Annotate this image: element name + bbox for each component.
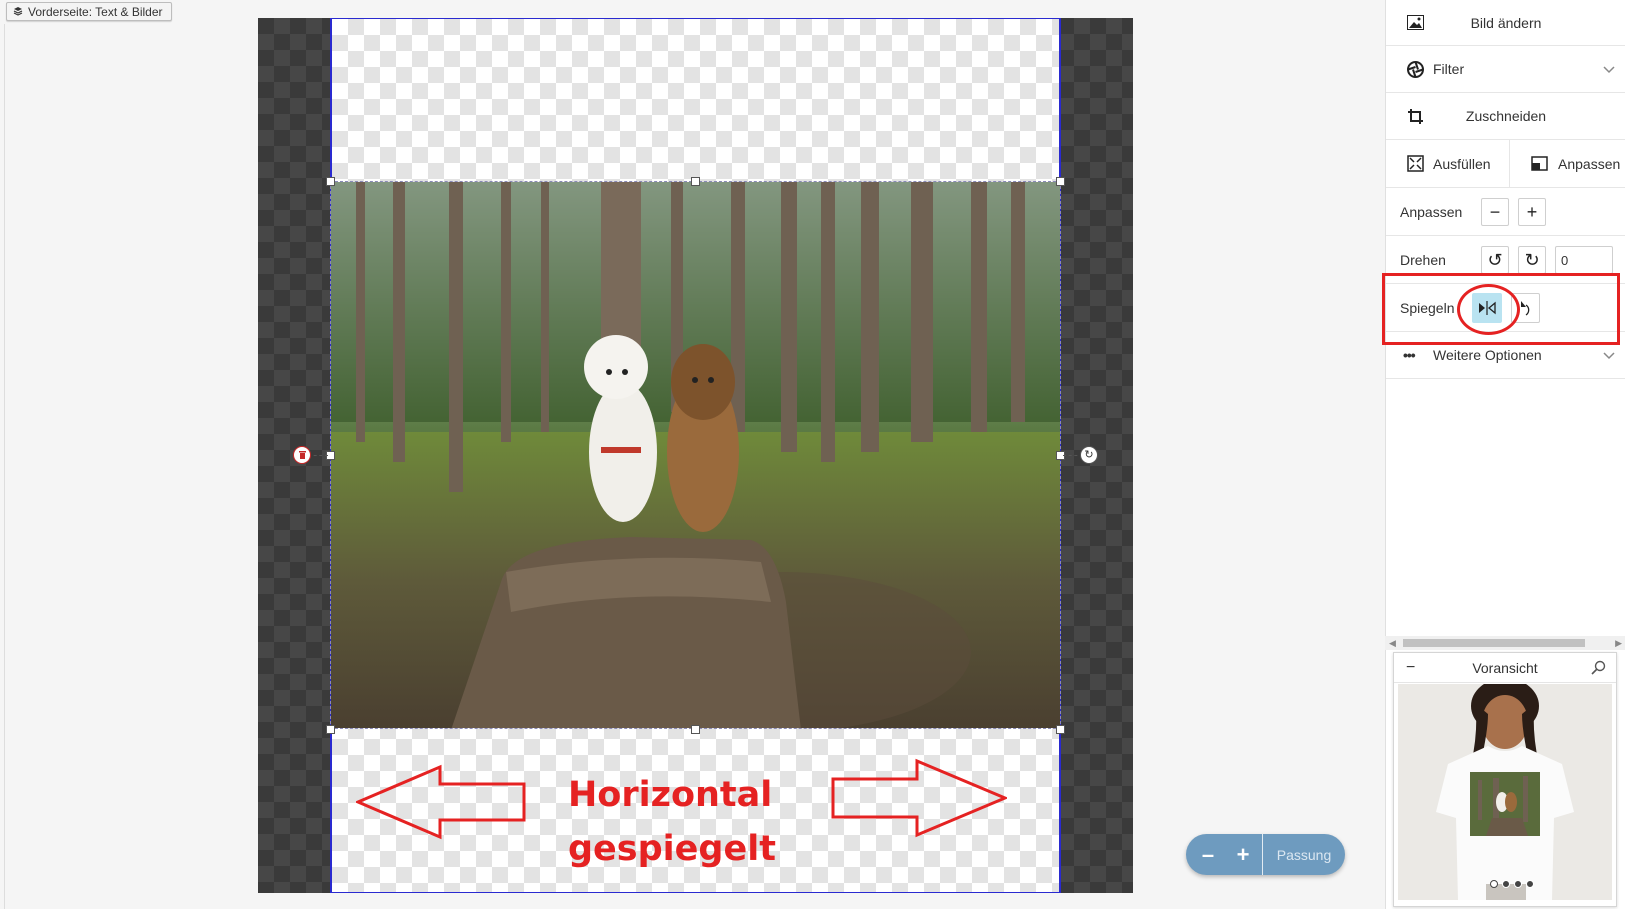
zoom-fit-button[interactable]: Passung bbox=[1263, 847, 1345, 863]
delete-button[interactable] bbox=[293, 446, 311, 464]
ellipsis-icon: ••• bbox=[1403, 347, 1416, 363]
change-image-row[interactable]: Bild ändern bbox=[1386, 0, 1625, 46]
rotate-angle-input[interactable]: 0 bbox=[1555, 246, 1613, 274]
delete-connector bbox=[308, 455, 328, 456]
rotate-cw-icon: ↻ bbox=[1524, 249, 1540, 270]
zoom-preview-icon[interactable] bbox=[1591, 660, 1606, 675]
design-editor: Vorderseite: Text & Bilder ↻ Horizontal … bbox=[0, 0, 1625, 909]
zoom-in-button[interactable]: + bbox=[1224, 834, 1262, 875]
more-options-label: Weitere Optionen bbox=[1433, 347, 1542, 363]
scale-row: Anpassen − + bbox=[1386, 188, 1625, 236]
preview-dot-3[interactable] bbox=[1514, 880, 1522, 888]
rotate-handle[interactable]: ↻ bbox=[1080, 446, 1098, 464]
scale-down-button[interactable]: − bbox=[1481, 198, 1509, 226]
scroll-right-icon[interactable]: ▶ bbox=[1615, 638, 1622, 649]
zoom-control: – + Passung bbox=[1186, 834, 1345, 875]
zoom-separator bbox=[1262, 834, 1263, 875]
fill-button[interactable]: Ausfüllen bbox=[1386, 140, 1510, 187]
filter-label: Filter bbox=[1433, 61, 1465, 77]
rotate-icon: ↻ bbox=[1084, 448, 1094, 461]
preview-header: − Voransicht bbox=[1394, 653, 1616, 683]
aperture-icon bbox=[1405, 59, 1425, 79]
left-divider bbox=[4, 24, 5, 909]
annotation-line-1: Horizontal bbox=[568, 775, 773, 815]
right-arrow-annotation bbox=[831, 758, 1007, 838]
change-image-label: Bild ändern bbox=[1470, 14, 1542, 31]
mirror-highlight-circle bbox=[1457, 284, 1520, 335]
resize-handle-tl[interactable] bbox=[326, 177, 335, 186]
crop-label: Zuschneiden bbox=[1465, 108, 1547, 124]
resize-handle-tr[interactable] bbox=[1056, 177, 1065, 186]
preview-dot-1[interactable] bbox=[1490, 880, 1498, 888]
zoom-out-button[interactable]: – bbox=[1186, 834, 1224, 875]
fit-label: Anpassen bbox=[1558, 155, 1621, 172]
expand-icon bbox=[1405, 154, 1425, 174]
preview-pagination bbox=[1490, 880, 1534, 888]
fill-fit-row: Ausfüllen Anpassen bbox=[1386, 140, 1625, 188]
scale-up-button[interactable]: + bbox=[1518, 198, 1546, 226]
chevron-down-icon bbox=[1603, 66, 1615, 74]
fill-label: Ausfüllen bbox=[1433, 155, 1491, 172]
layer-badge[interactable]: Vorderseite: Text & Bilder bbox=[6, 2, 172, 21]
preview-dot-4[interactable] bbox=[1526, 880, 1534, 888]
resize-handle-br[interactable] bbox=[1056, 725, 1065, 734]
left-arrow-annotation bbox=[356, 764, 526, 840]
scrollbar-thumb[interactable] bbox=[1403, 639, 1585, 647]
selected-photo[interactable] bbox=[330, 181, 1061, 729]
crop-row[interactable]: Zuschneiden bbox=[1386, 93, 1625, 140]
resize-handle-tm[interactable] bbox=[691, 177, 700, 186]
annotation-line-2: gespiegelt bbox=[568, 829, 776, 869]
panel-horizontal-scrollbar[interactable]: ◀ ▶ bbox=[1385, 636, 1625, 650]
layers-icon bbox=[13, 5, 23, 19]
trash-icon bbox=[298, 451, 306, 459]
preview-dot-2[interactable] bbox=[1502, 880, 1510, 888]
scroll-left-icon[interactable]: ◀ bbox=[1389, 638, 1396, 649]
chevron-down-icon bbox=[1603, 352, 1615, 360]
fit-button[interactable]: Anpassen bbox=[1511, 140, 1625, 187]
resize-handle-bm[interactable] bbox=[691, 725, 700, 734]
layer-badge-label: Vorderseite: Text & Bilder bbox=[28, 4, 163, 19]
scale-label: Anpassen bbox=[1400, 203, 1463, 220]
resize-handle-bl[interactable] bbox=[326, 725, 335, 734]
rotate-label: Drehen bbox=[1400, 251, 1446, 268]
collapse-preview-button[interactable]: − bbox=[1406, 659, 1415, 677]
design-canvas[interactable]: ↻ Horizontal gespiegelt bbox=[258, 18, 1133, 893]
filter-row[interactable]: Filter bbox=[1386, 46, 1625, 93]
rotate-ccw-icon: ↺ bbox=[1487, 249, 1503, 270]
preview-panel: − Voransicht bbox=[1393, 652, 1617, 907]
annotation-text: Horizontal gespiegelt bbox=[568, 768, 776, 876]
rotate-right-button[interactable]: ↻ bbox=[1518, 246, 1546, 274]
tshirt-preview-image bbox=[1398, 684, 1612, 900]
fit-icon bbox=[1529, 154, 1549, 174]
rotate-left-button[interactable]: ↺ bbox=[1481, 246, 1509, 274]
preview-title: Voransicht bbox=[1472, 659, 1538, 676]
